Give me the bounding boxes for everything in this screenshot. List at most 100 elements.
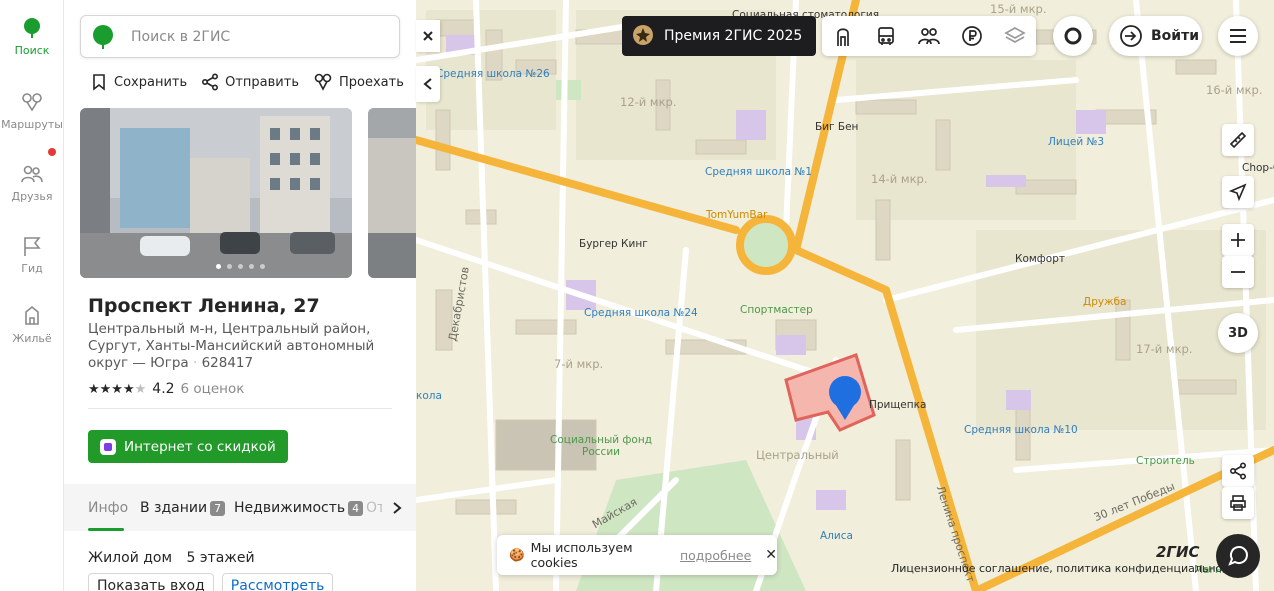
zoom-out-button[interactable] [1222,256,1254,288]
3d-compass-button[interactable]: 3D [1218,313,1258,353]
zoom-in-button[interactable] [1222,224,1254,256]
pagination-dot[interactable] [238,264,243,269]
view-button[interactable]: Рассмотреть [221,573,334,591]
award-banner[interactable]: Премия 2ГИС 2025 [622,16,817,56]
menu-button[interactable] [1218,16,1258,56]
pagination-dot[interactable] [216,264,221,269]
license-link[interactable]: Лицензионное соглашение, политика конфид… [891,562,1242,575]
map-label-school[interactable]: Лицей №3 [1048,136,1104,148]
save-button[interactable]: Сохранить [90,73,187,91]
search-box [80,15,400,58]
place-rating[interactable]: ★★★★★ 4.2 6 оценок [88,381,244,397]
map-label-sportmaster[interactable]: Спортмастер [740,304,813,316]
map-label-chop[interactable]: Chop-С [1242,162,1274,174]
pagination-dot[interactable] [227,264,232,269]
building-info: Жилой дом 5 этажей [88,550,255,566]
pagination-dot[interactable] [249,264,254,269]
printer-icon [1230,495,1246,511]
chat-button[interactable] [1216,534,1260,578]
map-label-stroitel[interactable]: Строитель [1136,455,1195,467]
promo-label: Интернет со скидкой [124,438,276,455]
map-label-school[interactable]: Средняя школа №1 [705,166,812,178]
search-leaf-icon [24,18,40,38]
attractions-icon [837,28,850,46]
nav-guide[interactable]: Гид [0,234,64,275]
address-separator: · [192,355,202,371]
nav-friends[interactable]: Друзья [0,162,64,203]
route-icon [22,93,42,112]
save-label: Сохранить [114,74,188,90]
layer-friends[interactable] [915,22,943,50]
route-button[interactable]: Проехать [313,73,404,91]
share-map-button[interactable] [1222,455,1254,487]
map-label-bigben[interactable]: Биг Бен [815,121,858,133]
cookie-text: Мы используем cookies [530,540,633,570]
rating-stars: ★★★★★ [88,381,147,397]
bookmark-icon [93,74,105,91]
map-label-district: 7-й мкр. [554,357,604,371]
chat-icon [1228,546,1248,566]
postcode: 628417 [201,355,254,371]
tab-realty-count: 4 [348,501,364,516]
layer-layers[interactable] [1001,22,1029,50]
map-label-school[interactable]: Средняя школа №10 [964,424,1078,436]
map-label-social-fund[interactable]: Социальный фонд России [538,434,664,458]
map-canvas[interactable]: 12-й мкр. 14-й мкр. 7-й мкр. 17-й мкр. 1… [416,0,1274,591]
map-label-komfort[interactable]: Комфорт [1015,253,1065,265]
housing-icon [25,305,39,325]
building-photo-image [368,108,416,278]
layer-transport[interactable] [872,22,900,50]
menu-icon [1230,29,1246,43]
show-entrance-button[interactable]: Показать вход [88,573,214,591]
cookie-icon: 🍪 [509,547,525,562]
place-actions: Сохранить Отправить Проехать [90,73,404,91]
my-location-button[interactable] [1222,176,1254,208]
login-button[interactable]: Войти [1109,16,1202,56]
search-input[interactable] [131,24,391,50]
pagination-dot[interactable] [260,264,265,269]
nav-search[interactable]: Поиск [0,16,64,57]
collapse-panel-button[interactable] [416,66,440,102]
tab-realty[interactable]: Недвижимость 4 [234,500,364,516]
map-label-druzhba[interactable]: Дружба [1083,296,1126,308]
map-label-school[interactable]: кола [416,390,442,402]
promo-button[interactable]: Интернет со скидкой [88,430,288,463]
place-photo-next[interactable] [368,108,416,278]
profile-ring-button[interactable] [1053,16,1093,56]
tabs-scroll-right[interactable] [382,496,412,520]
close-icon [423,31,433,41]
layer-attractions[interactable] [829,22,857,50]
building-type: Жилой дом [88,550,173,566]
nav-housing[interactable]: Жильё [0,304,64,345]
ruler-icon [1229,131,1247,149]
map-label-burgerking[interactable]: Бургер Кинг [579,238,648,250]
tab-building[interactable]: В здании 7 [140,500,226,516]
tab-building-count: 7 [210,501,226,516]
nav-routes-label: Маршруты [1,118,63,131]
main-nav: Поиск Маршруты Друзья Гид Жильё [0,0,64,591]
close-panel-button[interactable] [416,20,440,52]
place-photo[interactable] [80,108,352,278]
route-icon [314,73,332,91]
layer-prices[interactable] [958,22,986,50]
map-label-prischepka[interactable]: Прищепка [869,399,926,411]
map-label-school[interactable]: Средняя школа №24 [584,307,698,319]
building-photo-image [80,108,352,278]
share-button[interactable]: Отправить [201,73,299,91]
bus-icon [878,27,895,45]
map-label-alisa[interactable]: Алиса [820,530,853,542]
map-label-school[interactable]: Средняя школа №26 [436,68,550,80]
nav-routes[interactable]: Маршруты [0,90,64,131]
login-label: Войти [1151,28,1200,44]
ruler-button[interactable] [1222,124,1254,156]
tab-info[interactable]: Инфо [88,500,128,516]
map-label-tomyum[interactable]: TomYumBar [706,209,767,221]
cookie-more-link[interactable]: подробнее [680,548,751,563]
place-address: Центральный м-н, Центральный район, Сург… [88,321,400,372]
place-panel: Сохранить Отправить Проехать [64,0,416,591]
cookie-close-icon[interactable]: ✕ [765,547,777,563]
friends-icon [21,165,43,183]
divider [88,408,392,409]
print-button[interactable] [1222,487,1254,519]
award-label: Премия 2ГИС 2025 [664,28,803,44]
